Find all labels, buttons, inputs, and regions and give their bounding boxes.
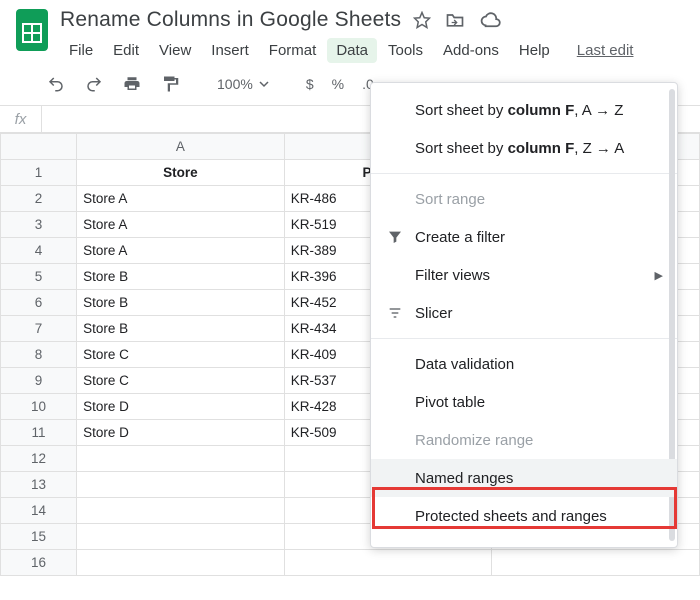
cell[interactable]: [492, 550, 700, 576]
document-title[interactable]: Rename Columns in Google Sheets: [60, 8, 401, 32]
cell[interactable]: Store C: [77, 368, 285, 394]
cell[interactable]: Store B: [77, 316, 285, 342]
filter-icon: [385, 229, 405, 245]
row-header[interactable]: 1: [1, 160, 77, 186]
cell[interactable]: Store C: [77, 342, 285, 368]
row-header[interactable]: 9: [1, 368, 77, 394]
cell[interactable]: Store A: [77, 186, 285, 212]
last-edit-link[interactable]: Last edit: [577, 38, 634, 63]
cell[interactable]: Store B: [77, 264, 285, 290]
menu-edit[interactable]: Edit: [104, 38, 148, 63]
zoom-select[interactable]: 100%: [217, 76, 269, 92]
row-header[interactable]: 14: [1, 498, 77, 524]
menu-protected-sheets[interactable]: Protected sheets and ranges: [371, 497, 677, 535]
cell[interactable]: [77, 498, 285, 524]
slicer-icon: [385, 305, 405, 321]
cell[interactable]: [77, 550, 285, 576]
menu-sort-range: Sort range: [371, 180, 677, 218]
menu-sort-az[interactable]: Sort sheet by column F, A → Z: [371, 91, 677, 129]
currency-format-button[interactable]: $: [306, 76, 314, 92]
cell[interactable]: [284, 550, 492, 576]
menu-addons[interactable]: Add-ons: [434, 38, 508, 63]
menu-tools[interactable]: Tools: [379, 38, 432, 63]
data-menu-dropdown: Sort sheet by column F, A → Z Sort sheet…: [370, 82, 678, 548]
menu-insert[interactable]: Insert: [202, 38, 258, 63]
row-header[interactable]: 13: [1, 472, 77, 498]
menu-sort-za[interactable]: Sort sheet by column F, Z → A: [371, 129, 677, 167]
chevron-right-icon: ▶: [655, 269, 663, 282]
cell[interactable]: Store D: [77, 420, 285, 446]
col-header-A[interactable]: A: [77, 134, 285, 160]
row-header[interactable]: 2: [1, 186, 77, 212]
print-icon[interactable]: [122, 74, 142, 94]
menu-file[interactable]: File: [60, 38, 102, 63]
menu-create-filter[interactable]: Create a filter: [371, 218, 677, 256]
row-header[interactable]: 11: [1, 420, 77, 446]
cloud-status-icon[interactable]: [479, 11, 501, 29]
undo-icon[interactable]: [46, 74, 66, 94]
cell[interactable]: Store A: [77, 238, 285, 264]
row-header[interactable]: 4: [1, 238, 77, 264]
move-to-folder-icon[interactable]: [445, 11, 465, 29]
row-header[interactable]: 10: [1, 394, 77, 420]
sheets-logo-icon[interactable]: [12, 10, 52, 50]
cell[interactable]: Store: [77, 160, 285, 186]
menu-format[interactable]: Format: [260, 38, 326, 63]
cell[interactable]: Store B: [77, 290, 285, 316]
paint-format-icon[interactable]: [160, 74, 180, 94]
row-header[interactable]: 15: [1, 524, 77, 550]
menu-data[interactable]: Data: [327, 38, 377, 63]
row-header[interactable]: 7: [1, 316, 77, 342]
row-header[interactable]: 16: [1, 550, 77, 576]
row-header[interactable]: 6: [1, 290, 77, 316]
star-icon[interactable]: [413, 11, 431, 29]
menu-help[interactable]: Help: [510, 38, 559, 63]
menu-bar: File Edit View Insert Format Data Tools …: [60, 38, 688, 63]
cell[interactable]: [77, 446, 285, 472]
menu-pivot-table[interactable]: Pivot table: [371, 383, 677, 421]
percent-format-button[interactable]: %: [332, 76, 344, 92]
row-header[interactable]: 12: [1, 446, 77, 472]
redo-icon[interactable]: [84, 74, 104, 94]
menu-slicer[interactable]: Slicer: [371, 294, 677, 332]
menu-data-validation[interactable]: Data validation: [371, 345, 677, 383]
menu-view[interactable]: View: [150, 38, 200, 63]
menu-named-ranges[interactable]: Named ranges: [371, 459, 677, 497]
select-all-corner[interactable]: [1, 134, 77, 160]
menu-filter-views[interactable]: Filter views ▶: [371, 256, 677, 294]
row-header[interactable]: 3: [1, 212, 77, 238]
row-header[interactable]: 5: [1, 264, 77, 290]
menu-randomize-range: Randomize range: [371, 421, 677, 459]
fx-label: fx: [0, 106, 42, 132]
row-header[interactable]: 8: [1, 342, 77, 368]
cell[interactable]: [77, 472, 285, 498]
cell[interactable]: Store D: [77, 394, 285, 420]
cell[interactable]: Store A: [77, 212, 285, 238]
cell[interactable]: [77, 524, 285, 550]
